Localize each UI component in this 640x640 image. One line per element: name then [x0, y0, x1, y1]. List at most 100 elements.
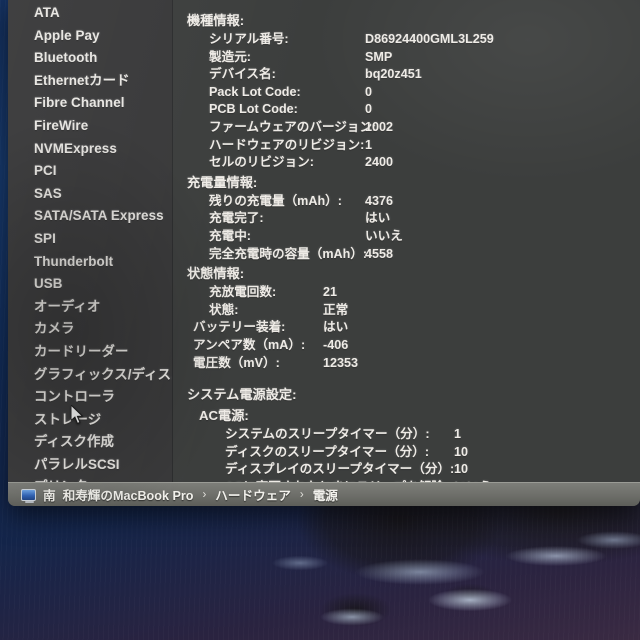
detail-key: アンペア数（mA）: [193, 337, 306, 352]
detail-row: システムのスリープタイマー（分）: 1 [173, 426, 640, 444]
sidebar-item-13[interactable]: オーディオ [8, 296, 172, 319]
detail-row: ディスクのスリープタイマー（分）: 10 [173, 444, 640, 462]
sidebar-item-3[interactable]: Ethernetカード [8, 70, 172, 93]
detail-value: 10 [454, 462, 469, 477]
mouse-cursor-icon [71, 405, 84, 424]
detail-row: 状態: 正常 [173, 302, 640, 320]
sidebar-item-11[interactable]: Thunderbolt [8, 251, 172, 274]
breadcrumb-status-bar[interactable]: 南 和寿輝のMacBook Pro › ハードウェア › 電源 [8, 482, 640, 506]
sidebar-item-9[interactable]: SATA/SATA Express [8, 205, 172, 228]
sidebar-item-7[interactable]: PCI [8, 160, 172, 183]
sidebar-item-label: Bluetooth [34, 50, 98, 66]
sidebar-item-label: オーディオ [34, 298, 101, 314]
sidebar-list[interactable]: ATA Apple Pay Bluetooth Ethernetカード Fibre Ch… [8, 2, 172, 506]
detail-value: 10 [454, 444, 469, 459]
detail-value: D86924400GML3L259 [365, 32, 494, 46]
section-heading-0: 機種情報: [187, 13, 245, 28]
sidebar-item-20[interactable]: パラレルSCSI [8, 454, 172, 477]
detail-value: はい [365, 211, 391, 226]
detail-value: SMP [365, 49, 393, 64]
sidebar-item-19[interactable]: ディスク作成 [8, 431, 172, 454]
section-heading-3: システム電源設定: [187, 387, 297, 403]
sidebar-item-5[interactable]: FireWire [8, 115, 172, 138]
sidebar-item-label: Thunderbolt [34, 253, 114, 269]
detail-value: 1 [365, 137, 373, 152]
sidebar-item-label: SPI [34, 230, 56, 246]
detail-key: デバイス名: [209, 67, 276, 82]
detail-row: ハードウェアのリビジョン: 1 [173, 137, 640, 155]
detail-value: 正常 [323, 302, 349, 317]
detail-key: セルのリビジョン: [209, 155, 314, 170]
power-details-pane: 機種情報: シリアル番号: D86924400GML3L259 製造元: SMP デバイス… [173, 0, 640, 482]
sidebar-item-1[interactable]: Apple Pay [8, 25, 172, 48]
breadcrumb-item-2[interactable]: ハードウェア [215, 485, 291, 504]
sidebar-item-label: SATA/SATA Express [34, 208, 164, 224]
sidebar[interactable]: ATA Apple Pay Bluetooth Ethernetカード Fibre Ch… [8, 0, 173, 506]
sidebar-item-6[interactable]: NVMExpress [8, 138, 172, 161]
detail-row: アンペア数（mA）: -406 [173, 337, 640, 355]
detail-value: 0 [365, 102, 373, 117]
computer-icon [21, 488, 36, 503]
detail-key: 充電中: [209, 228, 251, 243]
sidebar-item-10[interactable]: SPI [8, 228, 172, 251]
detail-key: 完全充電時の容量（mAh）: [209, 246, 368, 261]
detail-key: シリアル番号: [209, 32, 289, 46]
system-information-window: ATA Apple Pay Bluetooth Ethernetカード Fibre Ch… [8, 0, 640, 506]
window-body: ATA Apple Pay Bluetooth Ethernetカード Fibre Ch… [8, 0, 640, 506]
detail-key: 状態: [209, 302, 239, 317]
breadcrumb-separator: › [299, 488, 304, 501]
detail-key: Pack Lot Code: [209, 84, 301, 99]
detail-value: いいえ [365, 228, 403, 243]
sidebar-item-15[interactable]: カードリーダー [8, 341, 172, 364]
sidebar-item-label: Ethernetカード [34, 72, 130, 88]
sidebar-item-4[interactable]: Fibre Channel [8, 92, 172, 115]
detail-value: 12353 [323, 355, 359, 370]
detail-row: 残りの充電量（mAh）: 4376 [173, 193, 640, 211]
detail-row: デバイス名: bq20z451 [173, 66, 640, 84]
detail-key: ファームウェアのバージョン: [209, 119, 377, 134]
sidebar-item-12[interactable]: USB [8, 273, 172, 296]
sidebar-item-label: ATA [34, 5, 60, 20]
sidebar-item-label: SAS [34, 185, 62, 201]
sidebar-item-label: Fibre Channel [34, 95, 125, 111]
sidebar-item-2[interactable]: Bluetooth [8, 47, 172, 70]
detail-value: 1 [454, 427, 462, 442]
detail-key: 電圧数（mV）: [193, 355, 280, 370]
detail-row: 完全充電時の容量（mAh）: 4558 [173, 246, 640, 264]
section-heading-2: 状態情報: [187, 266, 245, 282]
sidebar-item-label: NVMExpress [34, 140, 117, 156]
sidebar-item-label: カメラ [34, 321, 75, 337]
sidebar-item-16[interactable]: グラフィックス/ディス… [8, 364, 172, 387]
sidebar-item-label: USB [34, 276, 63, 292]
detail-value: bq20z451 [365, 67, 422, 82]
detail-key: 製造元: [209, 49, 251, 64]
detail-key: バッテリー装着: [193, 320, 286, 335]
detail-row: セルのリビジョン: 2400 [173, 154, 640, 172]
detail-row: PCB Lot Code: 0 [173, 101, 640, 119]
breadcrumb-item-0[interactable]: 南 [43, 485, 56, 504]
section-heading-1: 充電量情報: [187, 174, 258, 190]
detail-value: 1002 [365, 119, 394, 134]
sidebar-item-8[interactable]: SAS [8, 183, 172, 206]
sidebar-item-label: FireWire [34, 117, 89, 133]
sidebar-item-17[interactable]: コントローラ [8, 386, 172, 409]
detail-key: システムのスリープタイマー（分）: [225, 427, 430, 442]
sidebar-item-label: PCI [34, 163, 57, 179]
detail-row: 充電中: いいえ [173, 228, 640, 246]
sidebar-item-label: コントローラ [34, 389, 115, 405]
sidebar-item-label: カードリーダー [34, 343, 129, 359]
sidebar-item-18[interactable]: ストレージ [8, 409, 172, 432]
sidebar-item-label: グラフィックス/ディス… [34, 366, 172, 382]
sidebar-item-14[interactable]: カメラ [8, 318, 172, 341]
detail-value: 4558 [365, 246, 394, 261]
sidebar-item-label: パラレルSCSI [34, 456, 120, 472]
breadcrumb-item-1[interactable]: 和寿輝のMacBook Pro [63, 485, 194, 504]
breadcrumb-item-3[interactable]: 電源 [313, 485, 338, 504]
detail-value: 4376 [365, 193, 394, 208]
detail-value: はい [323, 320, 349, 335]
detail-key: 充電完了: [209, 211, 264, 226]
sidebar-item-label: ストレージ [34, 411, 102, 427]
sidebar-item-0[interactable]: ATA [8, 2, 172, 25]
detail-key: 残りの充電量（mAh）: [209, 193, 342, 208]
